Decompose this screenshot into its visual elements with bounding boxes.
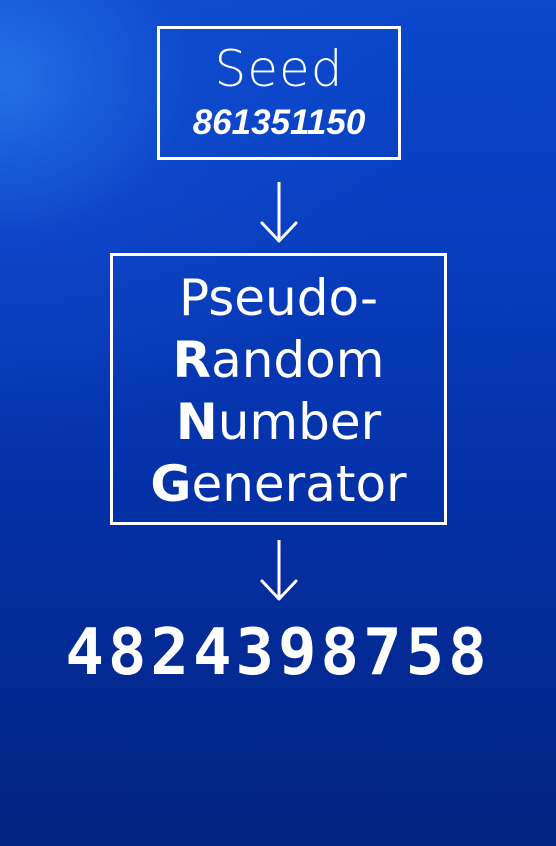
prng-initial-r: R bbox=[172, 331, 212, 389]
prng-line-generator: Generator bbox=[113, 456, 444, 512]
seed-value: 861351150 bbox=[192, 103, 366, 142]
seed-box: Seed 861351150 bbox=[157, 26, 401, 160]
seed-title: Seed bbox=[214, 40, 344, 98]
prng-number-rest: umber bbox=[217, 393, 382, 451]
prng-line-number: Number bbox=[113, 394, 444, 450]
output-random-number: 4824398758 bbox=[65, 616, 491, 690]
prng-generator-rest: enerator bbox=[191, 455, 407, 513]
down-arrow-icon bbox=[260, 540, 298, 601]
prng-initial-g: G bbox=[150, 455, 192, 513]
prng-pseudo-text: Pseudo- bbox=[178, 269, 379, 327]
prng-random-rest: andom bbox=[211, 331, 385, 389]
prng-box: Pseudo- Random Number Generator bbox=[110, 253, 447, 525]
down-arrow-icon bbox=[260, 182, 298, 243]
prng-line-pseudo: Pseudo- bbox=[113, 270, 444, 326]
prng-line-random: Random bbox=[113, 332, 444, 388]
prng-initial-n: N bbox=[175, 393, 218, 451]
